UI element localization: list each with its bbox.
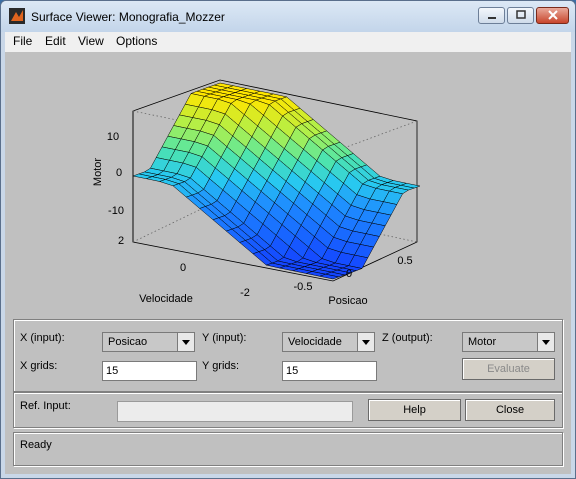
x-tick-2: 2 [118, 235, 124, 247]
z-axis-label: Motor [92, 158, 104, 186]
reference-panel: Ref. Input: Help Close [13, 392, 563, 428]
y-tick-neg0.5: -0.5 [294, 281, 313, 293]
y-input-select[interactable]: Velocidade [282, 332, 375, 352]
title-bar: Surface Viewer: Monografia_Mozzer [1, 1, 575, 32]
status-panel: Ready [13, 432, 563, 466]
close-icon [547, 10, 558, 20]
matlab-icon [9, 8, 25, 24]
dropdown-arrow-icon [357, 333, 374, 351]
y-tick-0.5: 0.5 [397, 255, 412, 267]
z-tick-0: 0 [116, 167, 122, 179]
x-tick-0: 0 [180, 262, 186, 274]
client-area: 10 0 -10 2 0 -2 0.5 0 -0.5 Motor Velocid… [5, 52, 571, 474]
y-input-label: Y (input): [202, 332, 247, 344]
x-grids-input[interactable]: 15 [102, 361, 197, 381]
surface-viewer-window: Surface Viewer: Monografia_Mozzer File E… [0, 0, 576, 479]
y-axis-label: Posicao [328, 295, 367, 307]
ref-input-field[interactable] [117, 401, 353, 422]
maximize-button[interactable] [507, 7, 534, 24]
minimize-button[interactable] [478, 7, 505, 24]
menu-options[interactable]: Options [113, 34, 160, 48]
window-title: Surface Viewer: Monografia_Mozzer [31, 10, 225, 24]
x-input-select[interactable]: Posicao [102, 332, 195, 352]
menu-file[interactable]: File [10, 34, 35, 48]
surface-plot[interactable]: 10 0 -10 2 0 -2 0.5 0 -0.5 Motor Velocid… [5, 52, 571, 314]
z-output-select[interactable]: Motor [462, 332, 555, 352]
x-input-label: X (input): [20, 332, 65, 344]
y-grids-input[interactable]: 15 [282, 361, 377, 381]
z-tick-10: 10 [107, 131, 119, 143]
z-tick-neg10: -10 [108, 205, 124, 217]
dropdown-arrow-icon [537, 333, 554, 351]
menu-view[interactable]: View [75, 34, 107, 48]
status-text: Ready [20, 439, 52, 451]
close-window-button[interactable] [536, 7, 569, 24]
ref-input-label: Ref. Input: [20, 400, 71, 412]
y-tick-0: 0 [346, 268, 352, 280]
x-grids-label: X grids: [20, 360, 58, 372]
x-axis-label: Velocidade [139, 293, 193, 305]
dropdown-arrow-icon [177, 333, 194, 351]
menu-bar: File Edit View Options [5, 32, 571, 52]
help-button[interactable]: Help [368, 399, 461, 421]
close-button[interactable]: Close [465, 399, 555, 421]
y-grids-label: Y grids: [202, 360, 240, 372]
maximize-icon [515, 10, 526, 19]
axes-settings-panel: X (input): Posicao Y (input): Velocidade… [13, 319, 563, 392]
minimize-icon [487, 17, 496, 19]
z-output-label: Z (output): [382, 332, 433, 344]
menu-edit[interactable]: Edit [42, 34, 69, 48]
evaluate-button[interactable]: Evaluate [462, 358, 555, 380]
x-tick-neg2: -2 [240, 287, 250, 299]
